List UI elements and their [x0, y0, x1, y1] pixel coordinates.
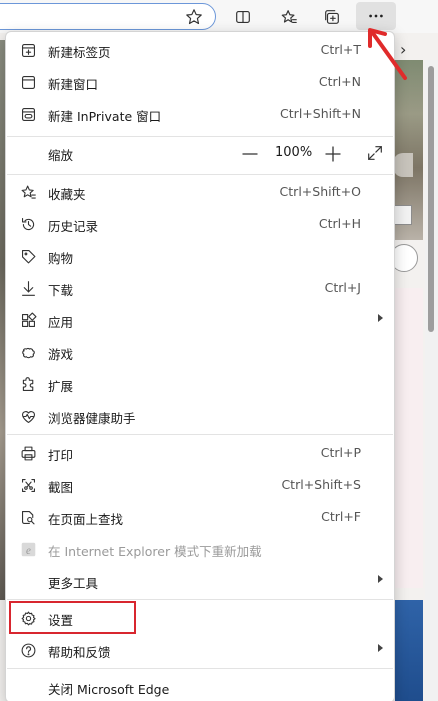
history-shortcut: Ctrl+H	[318, 216, 361, 231]
page-image-blue	[395, 600, 423, 701]
new-inprivate-label: 新建 InPrivate 窗口	[48, 109, 162, 124]
collections-button[interactable]	[318, 4, 346, 30]
svg-text:e: e	[26, 544, 31, 556]
menu-item-ie-mode: e 在 Internet Explorer 模式下重新加载	[7, 533, 393, 565]
address-bar[interactable]	[0, 3, 216, 30]
menu-item-close-edge[interactable]: 关闭 Microsoft Edge	[7, 671, 393, 701]
menu-item-print[interactable]: 打印 Ctrl+P	[7, 437, 393, 469]
downloads-shortcut: Ctrl+J	[324, 280, 361, 295]
menu-item-favorites[interactable]: 收藏夹 Ctrl+Shift+O	[7, 176, 393, 208]
new-tab-shortcut: Ctrl+T	[320, 42, 361, 57]
menu-item-new-inprivate[interactable]: 新建 InPrivate 窗口 Ctrl+Shift+N	[7, 98, 393, 130]
split-screen-button[interactable]	[229, 4, 257, 30]
apps-label: 应用	[48, 315, 74, 330]
new-window-label: 新建窗口	[48, 77, 99, 92]
new-tab-icon	[19, 41, 37, 59]
settings-highlight-box	[9, 601, 136, 634]
menu-item-zoom: 缩放 100%	[7, 137, 393, 169]
games-icon	[19, 343, 37, 361]
games-label: 游戏	[48, 347, 74, 362]
download-icon	[19, 279, 37, 297]
submenu-arrow-icon	[378, 575, 383, 583]
favorites-icon	[19, 183, 37, 201]
more-tools-label: 更多工具	[48, 576, 99, 591]
menu-item-downloads[interactable]: 下载 Ctrl+J	[7, 272, 393, 304]
favorites-button[interactable]	[275, 4, 303, 30]
print-shortcut: Ctrl+P	[320, 445, 361, 460]
menu-item-new-tab[interactable]: 新建标签页 Ctrl+T	[7, 34, 393, 66]
favorites-icon	[281, 10, 297, 23]
menu-item-browser-essentials[interactable]: 浏览器健康助手	[7, 400, 393, 432]
screenshot-shortcut: Ctrl+Shift+S	[281, 477, 361, 492]
menu-separator	[7, 174, 393, 175]
menu-item-shopping[interactable]: 购物	[7, 240, 393, 272]
collections-icon	[325, 10, 339, 24]
zoom-in-icon[interactable]	[323, 145, 343, 163]
split-screen-icon	[236, 11, 250, 23]
new-window-icon	[19, 73, 37, 91]
shopping-label: 购物	[48, 251, 74, 266]
annotation-arrow-icon	[368, 28, 407, 80]
zoom-value: 100%	[275, 145, 313, 160]
menu-separator	[7, 599, 393, 600]
menu-item-games[interactable]: 游戏	[7, 336, 393, 368]
more-icon	[369, 14, 383, 18]
ie-mode-label: 在 Internet Explorer 模式下重新加载	[48, 544, 262, 559]
find-label: 在页面上查找	[48, 512, 124, 527]
new-inprivate-shortcut: Ctrl+Shift+N	[280, 106, 361, 121]
menu-item-apps[interactable]: 应用	[7, 304, 393, 336]
print-icon	[19, 444, 37, 462]
heart-pulse-icon	[19, 407, 37, 425]
downloads-label: 下载	[48, 283, 74, 298]
favorites-label: 收藏夹	[48, 187, 86, 202]
find-on-page-icon	[19, 508, 37, 526]
favorites-shortcut: Ctrl+Shift+O	[279, 184, 361, 199]
extensions-label: 扩展	[48, 379, 74, 394]
apps-icon	[19, 311, 37, 329]
find-shortcut: Ctrl+F	[321, 509, 361, 524]
help-icon	[19, 641, 37, 659]
menu-item-history[interactable]: 历史记录 Ctrl+H	[7, 208, 393, 240]
close-edge-label: 关闭 Microsoft Edge	[48, 682, 170, 697]
new-window-shortcut: Ctrl+N	[318, 74, 361, 89]
zoom-out-icon[interactable]	[240, 145, 260, 163]
screenshot-scissors-icon	[19, 476, 37, 494]
screenshot-label: 截图	[48, 480, 74, 495]
new-tab-label: 新建标签页	[48, 45, 111, 60]
history-label: 历史记录	[48, 219, 99, 234]
extensions-icon	[19, 375, 37, 393]
inprivate-icon	[19, 105, 37, 123]
shopping-tag-icon	[19, 247, 37, 265]
menu-separator	[7, 434, 393, 435]
add-favorite-icon[interactable]	[185, 8, 203, 26]
menu-item-find[interactable]: 在页面上查找 Ctrl+F	[7, 501, 393, 533]
zoom-label: 缩放	[48, 148, 74, 163]
page-pill	[393, 153, 413, 177]
help-label: 帮助和反馈	[48, 645, 111, 660]
page-card	[395, 288, 423, 588]
history-icon	[19, 215, 37, 233]
scrollbar-thumb[interactable]	[428, 66, 434, 332]
submenu-arrow-icon	[378, 644, 383, 652]
menu-separator	[7, 668, 393, 669]
menu-item-more-tools[interactable]: 更多工具	[7, 565, 393, 597]
menu-item-new-window[interactable]: 新建窗口 Ctrl+N	[7, 66, 393, 98]
submenu-arrow-icon	[378, 314, 383, 322]
menu-item-extensions[interactable]: 扩展	[7, 368, 393, 400]
browser-essentials-label: 浏览器健康助手	[48, 411, 136, 426]
page-badge	[392, 205, 412, 225]
fullscreen-icon[interactable]	[366, 144, 384, 162]
print-label: 打印	[48, 448, 74, 463]
menu-item-screenshot[interactable]: 截图 Ctrl+Shift+S	[7, 469, 393, 501]
menu-item-help[interactable]: 帮助和反馈	[7, 634, 393, 666]
internet-explorer-icon: e	[19, 540, 37, 558]
